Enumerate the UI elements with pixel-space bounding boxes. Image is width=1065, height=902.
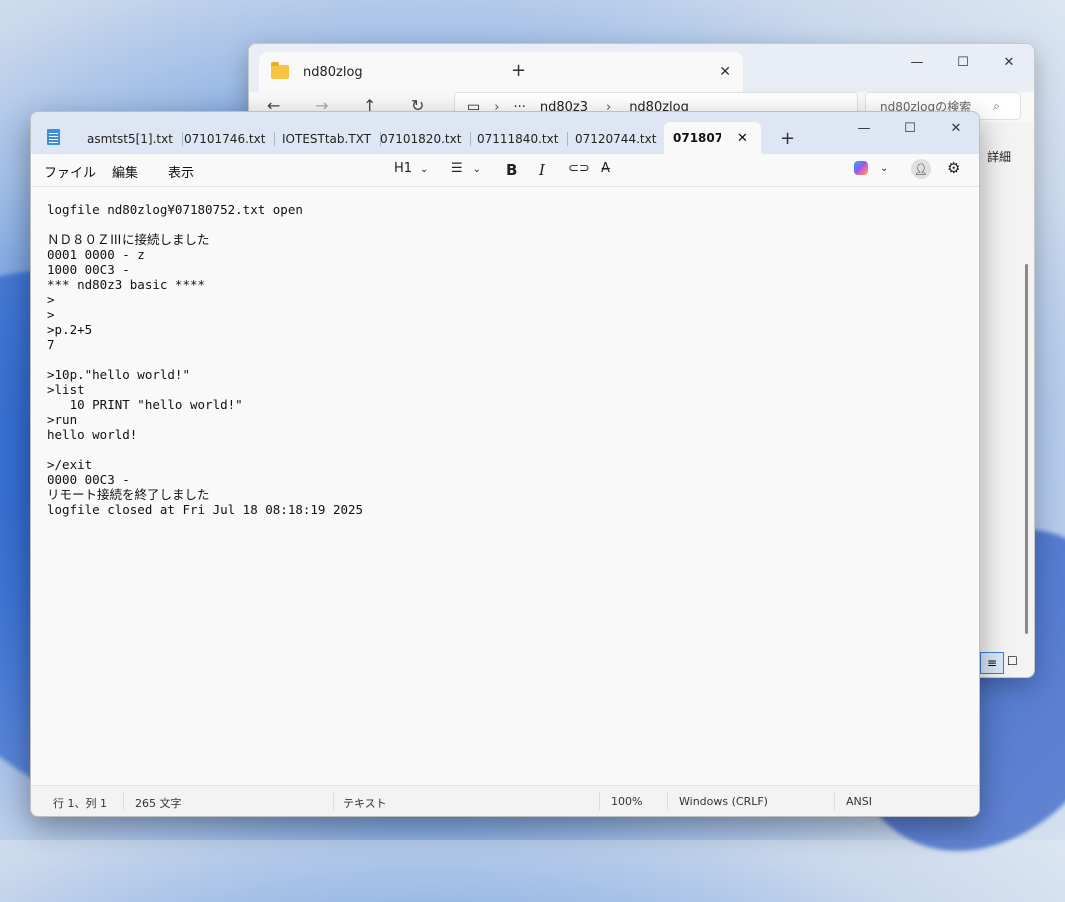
notepad-window[interactable]: asmtst5[1].txt 07101746.txt IOTESTtab.TX… (30, 111, 980, 817)
editor-content[interactable]: logfile nd80zlog¥07180752.txt open ＮＤ８０Ｚ… (47, 202, 363, 517)
notepad-icon (47, 129, 60, 145)
link-icon[interactable]: ⊂⊃ (568, 161, 590, 176)
menu-view[interactable]: 表示 (168, 162, 194, 181)
explorer-tab[interactable]: nd80zlog ✕ (259, 52, 743, 92)
tab-file[interactable]: 07111840.txt (477, 124, 569, 154)
tiles-view-icon[interactable]: ☐ (1007, 654, 1018, 668)
heading-label: H1 (394, 161, 413, 176)
new-tab-icon[interactable]: + (511, 60, 526, 81)
new-tab-icon[interactable]: + (780, 128, 795, 149)
close-icon[interactable]: ✕ (933, 114, 979, 142)
tab-file[interactable]: 07120744.txt (575, 124, 656, 154)
italic-icon[interactable]: I (539, 161, 545, 179)
character-count: 265 文字 (135, 797, 182, 810)
details-view-icon[interactable]: ≡ (980, 652, 1004, 674)
clear-formatting-icon[interactable]: A̶ (601, 161, 610, 176)
minimize-icon[interactable]: — (894, 48, 940, 76)
folder-icon (271, 62, 289, 79)
line-ending: Windows (CRLF) (679, 795, 768, 808)
menu-file[interactable]: ファイル (44, 162, 96, 181)
chevron-down-icon: ⌄ (472, 164, 482, 175)
close-icon[interactable]: ✕ (986, 48, 1032, 76)
tab-file[interactable]: IOTESTtab.TXT (282, 124, 382, 154)
encoding: ANSI (846, 795, 872, 808)
copilot-icon (854, 160, 868, 175)
tab-active[interactable]: 07180752.txt ✕ (664, 122, 761, 154)
menu-edit[interactable]: 編集 (112, 162, 138, 181)
copilot-dropdown[interactable]: ⌄ (854, 160, 888, 175)
minimize-icon[interactable]: — (841, 114, 887, 142)
menu-bar: ファイル 編集 表示 H1 ⌄ ☰ ⌄ B I ⊂⊃ A̶ ⌄ 👤︎ ⚙ (31, 154, 979, 187)
search-icon: ⌕ (993, 98, 1000, 113)
explorer-tab-bar: nd80zlog ✕ + — ☐ ✕ (249, 44, 1034, 92)
maximize-icon[interactable]: ☐ (887, 114, 933, 142)
tab-file[interactable]: asmtst5[1].txt (87, 124, 183, 154)
heading-dropdown[interactable]: H1 ⌄ (394, 161, 428, 176)
active-tab-label: 07180752.txt (673, 131, 721, 145)
notepad-tab-bar: asmtst5[1].txt 07101746.txt IOTESTtab.TX… (31, 112, 979, 154)
maximize-icon[interactable]: ☐ (940, 48, 986, 76)
chevron-down-icon: ⌄ (880, 163, 889, 174)
details-button[interactable]: 詳細 (987, 148, 1011, 165)
account-icon[interactable]: 👤︎ (911, 159, 931, 179)
close-icon[interactable]: ✕ (737, 131, 748, 146)
format-indicator[interactable]: テキスト (343, 795, 387, 811)
chevron-down-icon: ⌄ (420, 164, 429, 175)
settings-icon[interactable]: ⚙ (947, 159, 960, 177)
zoom-level: 100% (611, 795, 643, 808)
bold-icon[interactable]: B (506, 161, 517, 179)
close-icon[interactable]: ✕ (719, 64, 731, 80)
list-icon: ☰ (451, 161, 463, 176)
cursor-position: 行 1、列 1 (53, 797, 107, 810)
tab-file[interactable]: 07101746.txt (184, 124, 276, 154)
list-dropdown[interactable]: ☰ ⌄ (451, 161, 481, 176)
scrollbar[interactable] (1025, 264, 1028, 634)
status-bar: 行 1、列 1 265 文字 テキスト 100% Windows (CRLF) … (31, 785, 979, 816)
tab-file[interactable]: 07101820.txt (380, 124, 472, 154)
